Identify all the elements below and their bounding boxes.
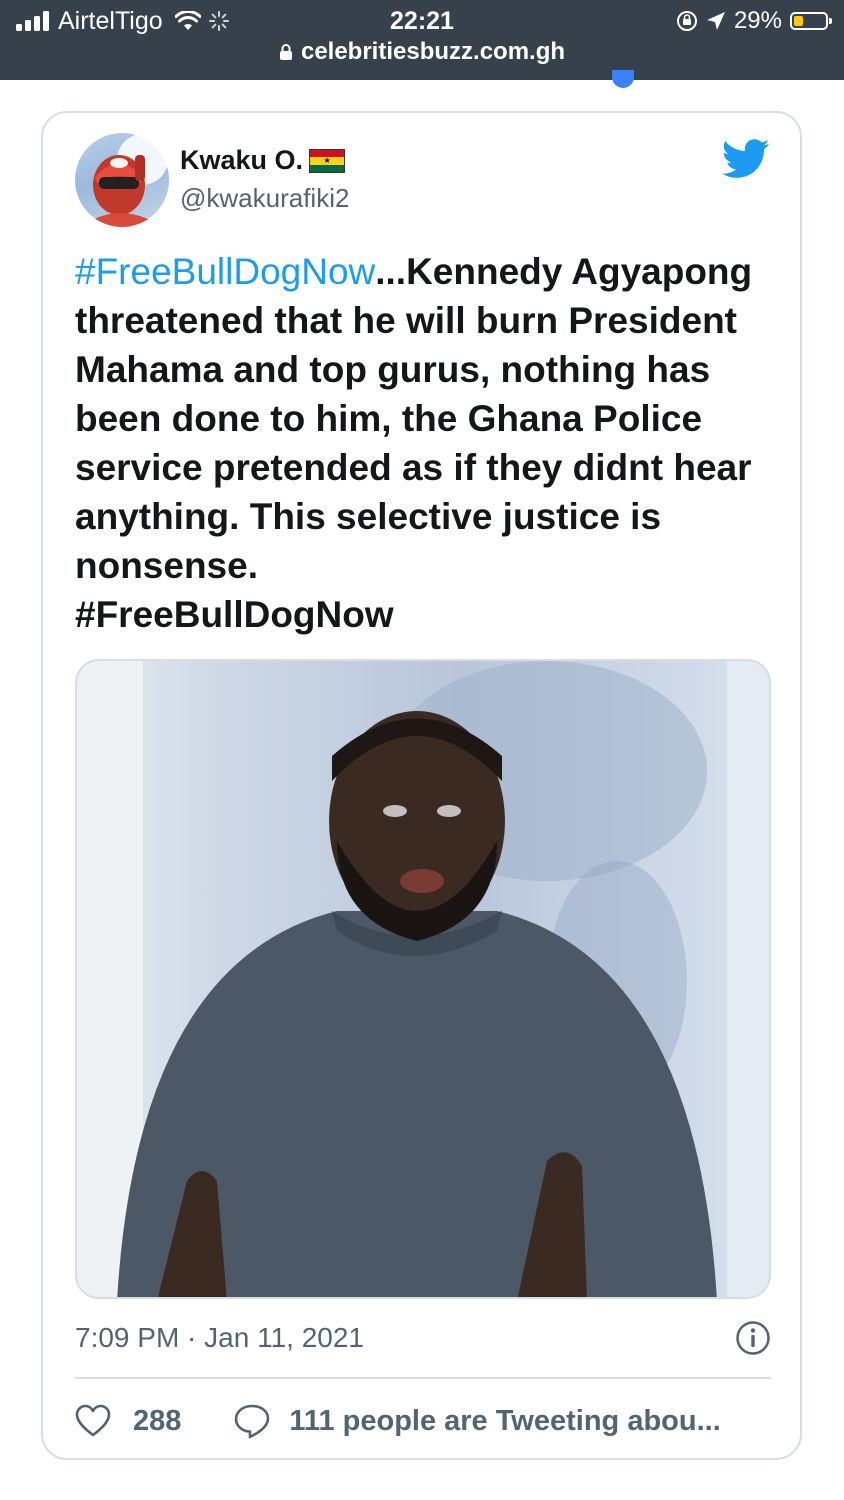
address-bar[interactable]: celebritiesbuzz.com.gh <box>0 38 844 66</box>
battery-percent: 29% <box>733 7 782 34</box>
location-arrow-icon <box>706 12 725 30</box>
tweet-photo[interactable] <box>75 659 771 1299</box>
hashtag-link[interactable]: #FreeBullDogNow <box>75 251 375 292</box>
tweet-timestamp[interactable]: 7:09 PM · Jan 11, 2021 <box>75 1322 364 1353</box>
status-right: 29% <box>676 6 832 36</box>
heart-icon[interactable] <box>75 1404 111 1438</box>
replies-text: 111 people are Tweeting abou... <box>289 1404 721 1437</box>
tweet-body: ...Kennedy Agyapong threatened that he w… <box>75 251 753 586</box>
tweet-card[interactable]: Kwaku O. ★ @kwakurafiki2 #FreeBullDogNow… <box>41 111 802 1460</box>
divider <box>75 1377 771 1379</box>
hashtag-text[interactable]: #FreeBullDogNow <box>75 594 394 635</box>
orientation-lock-icon <box>676 11 697 31</box>
author-name[interactable]: Kwaku O. <box>180 145 303 176</box>
battery-level-fill <box>794 16 803 26</box>
avatar-image <box>81 155 163 227</box>
reply-action[interactable]: 111 people are Tweeting abou... <box>233 1403 721 1439</box>
speech-bubble-icon[interactable] <box>233 1403 271 1439</box>
browser-top-bar: AirtelTigo 22:21 29% celebritiesbuzz.com… <box>0 0 844 80</box>
battery-icon <box>790 12 832 30</box>
like-count: 288 <box>133 1404 182 1437</box>
photo-illustration <box>77 661 769 1297</box>
tweet-actions: 288 111 people are Tweeting abou... <box>75 1399 785 1443</box>
timestamp-row: 7:09 PM · Jan 11, 2021 <box>75 1318 771 1358</box>
info-icon[interactable] <box>735 1320 771 1356</box>
tweet-text: #FreeBullDogNow...Kennedy Agyapong threa… <box>75 247 775 639</box>
avatar[interactable] <box>75 133 169 227</box>
ghana-flag-icon: ★ <box>309 148 346 173</box>
author-handle[interactable]: @kwakurafiki2 <box>180 183 349 214</box>
author-name-row[interactable]: Kwaku O. ★ <box>180 145 346 176</box>
page-load-indicator <box>612 70 634 88</box>
address-url: celebritiesbuzz.com.gh <box>300 38 566 65</box>
twitter-bird-icon[interactable] <box>722 139 770 179</box>
like-action[interactable]: 288 <box>75 1404 181 1438</box>
lock-icon <box>279 44 292 60</box>
